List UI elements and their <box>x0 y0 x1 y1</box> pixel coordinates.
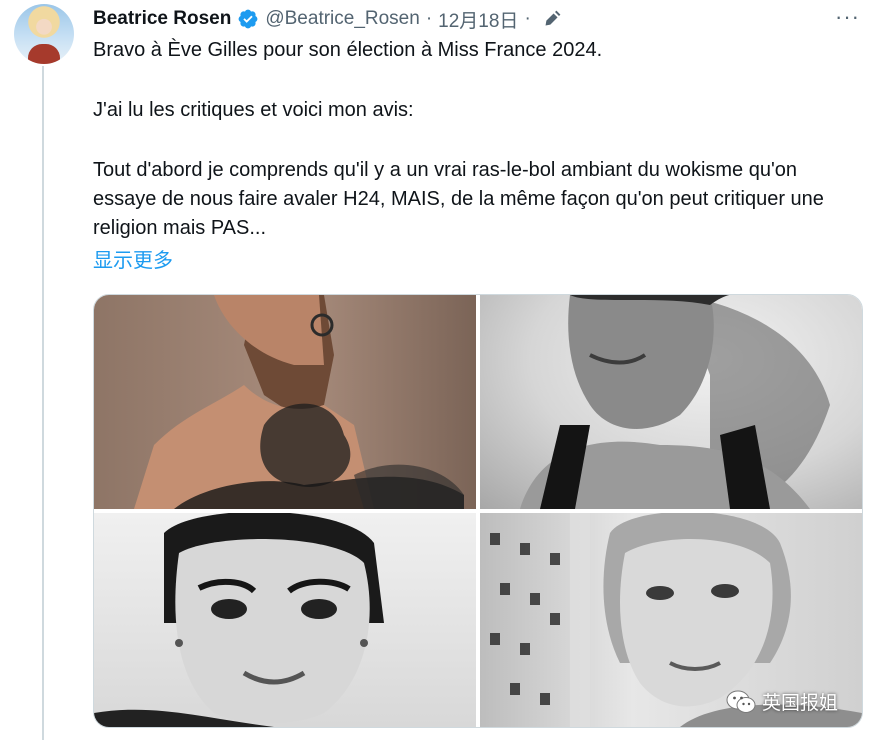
separator-dot-2: · <box>524 8 531 29</box>
tweet-header: Beatrice Rosen @Beatrice_Rosen · 12月18日 … <box>93 6 561 32</box>
watermark-label: 英国报姐 <box>762 693 839 714</box>
avatar-figure <box>28 44 60 64</box>
watermark: 英国报姐 <box>726 688 838 715</box>
tweet-paragraph-1: Bravo à Ève Gilles pour son élection à M… <box>93 39 603 61</box>
more-options-icon[interactable]: ··· <box>835 6 860 28</box>
separator-dot: · <box>425 8 433 29</box>
photo-2-illustration <box>520 295 830 509</box>
photo-1-illustration <box>134 295 464 509</box>
tweet-date[interactable]: 12月18日 <box>438 6 518 33</box>
wechat-icon <box>726 690 756 713</box>
author-handle[interactable]: @Beatrice_Rosen <box>265 8 419 30</box>
author-name[interactable]: Beatrice Rosen <box>93 8 231 30</box>
verified-badge-icon[interactable] <box>237 8 259 30</box>
avatar[interactable] <box>14 4 74 64</box>
edit-pencil-icon[interactable] <box>543 10 561 28</box>
media-photo-1[interactable] <box>94 295 476 509</box>
show-more-link[interactable]: 显示更多 <box>93 244 173 273</box>
media-photo-3[interactable] <box>94 513 476 727</box>
media-grid <box>93 294 863 728</box>
photo-3-illustration <box>94 513 384 727</box>
tweet-paragraph-3: Tout d'abord je comprends qu'il y a un v… <box>93 159 824 239</box>
media-photo-2[interactable] <box>480 295 862 509</box>
tweet-paragraph-2: J'ai lu les critiques et voici mon avis: <box>93 99 414 121</box>
thread-line <box>42 66 44 740</box>
